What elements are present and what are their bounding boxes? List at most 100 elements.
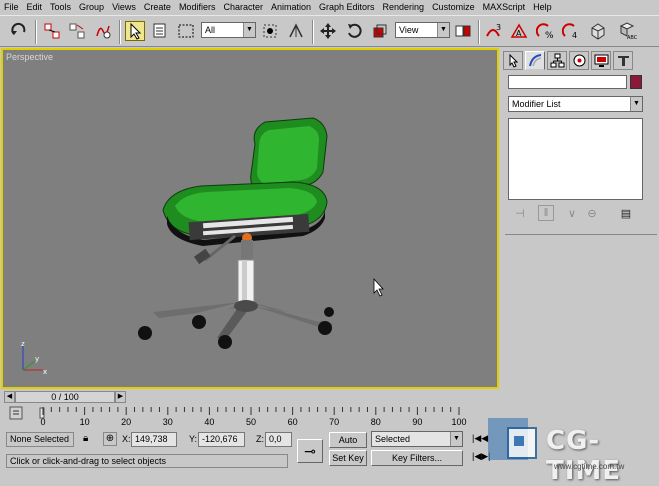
select-by-name-icon[interactable] [151,21,171,41]
menu-customize[interactable]: Customize [428,0,479,15]
office-chair-model[interactable]: z x y [3,50,497,387]
chevron-down-icon: ▼ [437,23,449,37]
unlink-icon[interactable] [67,21,87,41]
hierarchy-tab-icon[interactable] [547,51,567,70]
remove-modifier-icon[interactable]: ⊖ [584,205,600,221]
menu-views[interactable]: Views [108,0,140,15]
snap-icon[interactable] [286,21,306,41]
watermark-brand: CG-TIME [546,426,622,486]
svg-text:ABC: ABC [627,35,637,40]
motion-tab-icon[interactable] [569,51,589,70]
track-tick-label: 60 [287,417,298,427]
utilities-tab-icon[interactable] [613,51,633,70]
mirror-icon[interactable]: 3 [483,21,503,41]
track-tick-label: 100 [451,417,467,427]
menu-bar: File Edit Tools Group Views Create Modif… [0,0,659,15]
main-toolbar: All ▼ View ▼ 3 A % 4 ABC [0,15,659,47]
configure-modifier-sets-icon[interactable]: ▤ [618,205,634,221]
bind-space-warp-icon[interactable] [93,21,113,41]
selection-count: None Selected [6,432,74,447]
menu-maxscript[interactable]: MAXScript [479,0,530,15]
chevron-down-icon: ▼ [243,23,255,37]
quick-render-icon[interactable]: ABC [618,21,638,41]
reference-coordinate-dropdown[interactable]: View ▼ [395,22,450,38]
render-scene-icon[interactable] [588,21,608,41]
svg-text:%: % [545,31,554,40]
svg-text:z: z [21,340,25,348]
watermark-logo: CG-TIME www.cgtime.com.tw [484,416,659,486]
make-unique-icon[interactable]: ∨ [564,205,580,221]
svg-text:y: y [35,355,39,363]
menu-character[interactable]: Character [219,0,267,15]
select-and-rotate-icon[interactable] [344,21,364,41]
time-prev-arrow-icon[interactable]: ◀ [4,391,15,403]
pin-stack-icon[interactable]: ⊣ [512,205,528,221]
menu-create[interactable]: Create [140,0,175,15]
track-tick-label: 90 [412,417,423,427]
selection-filter-dropdown[interactable]: All ▼ [201,22,256,38]
command-panel: Modifier List ▼ ⊣ ‖ ∨ ⊖ ▤ [503,48,659,390]
menu-group[interactable]: Group [75,0,108,15]
modifier-list-dropdown[interactable]: Modifier List ▼ [508,96,643,112]
track-bar[interactable]: 0 10 20 30 40 50 60 70 80 90 100 [0,405,480,429]
svg-text:x: x [43,368,47,376]
modifier-stack[interactable] [508,118,643,200]
key-filters-button[interactable]: Key Filters... [371,450,463,466]
chevron-down-icon: ▼ [450,432,462,446]
x-label: X: [122,434,131,444]
show-end-result-icon[interactable]: ‖ [538,205,554,221]
auto-key-button[interactable]: Auto Key [329,432,367,459]
align-icon[interactable]: A [509,21,529,41]
select-and-scale-icon[interactable] [370,21,390,41]
svg-text:A: A [516,29,522,38]
z-label: Z: [256,434,264,444]
select-and-move-icon[interactable] [318,21,338,41]
menu-edit[interactable]: Edit [23,0,47,15]
svg-text:3: 3 [496,23,501,32]
select-object-icon[interactable] [125,21,145,41]
menu-file[interactable]: File [0,0,23,15]
time-next-arrow-icon[interactable]: ▶ [115,391,126,403]
key-mode-dropdown[interactable]: Selected ▼ [371,431,463,447]
menu-tools[interactable]: Tools [46,0,75,15]
prompt-line: Click or click-and-drag to select object… [6,454,288,468]
create-tab-icon[interactable] [503,51,523,70]
menu-graph-editors[interactable]: Graph Editors [315,0,379,15]
track-tick-label: 30 [162,417,173,427]
undo-icon[interactable] [9,21,29,41]
object-name-field[interactable] [508,75,627,89]
x-coordinate-field[interactable]: 149,738 [131,432,177,447]
time-slider-bar: ◀ 0 / 100 ▶ [1,390,499,404]
z-coordinate-field[interactable]: 0,0 [265,432,292,447]
object-color-swatch[interactable] [630,75,642,89]
track-tick-label: 40 [204,417,215,427]
menu-animation[interactable]: Animation [267,0,315,15]
track-tick-label: 50 [245,417,256,427]
angle-snap-icon[interactable]: 4 [561,21,581,41]
watermark-url: www.cgtime.com.tw [554,462,625,471]
use-pivot-point-icon[interactable] [453,21,473,41]
select-and-link-icon[interactable] [42,21,62,41]
track-tick-label: 10 [79,417,90,427]
time-slider[interactable]: 0 / 100 [15,391,115,403]
track-tick-label: 0 [40,417,46,427]
menu-help[interactable]: Help [529,0,556,15]
menu-modifiers[interactable]: Modifiers [175,0,220,15]
stack-toolbar: ⊣ ‖ ∨ ⊖ ▤ [508,202,643,224]
perspective-viewport[interactable]: Perspective z x y [1,48,499,389]
chevron-down-icon: ▼ [630,97,642,111]
display-tab-icon[interactable] [591,51,611,70]
modify-tab-icon[interactable] [525,51,545,70]
y-coordinate-field[interactable]: -120,676 [198,432,245,447]
spinner-snap-icon[interactable]: % [535,21,555,41]
key-icon[interactable]: ⊸ [297,439,323,463]
rect-selection-icon[interactable] [176,21,196,41]
transform-type-icon[interactable]: ⊕ [103,432,117,446]
use-pivot-center-icon[interactable] [260,21,280,41]
lock-icon[interactable]: 🔒︎ [83,433,88,444]
track-tick-label: 70 [329,417,340,427]
menu-rendering[interactable]: Rendering [379,0,429,15]
set-key-button[interactable]: Set Key [329,450,367,466]
svg-text:4: 4 [572,31,577,40]
track-tick-label: 20 [121,417,132,427]
